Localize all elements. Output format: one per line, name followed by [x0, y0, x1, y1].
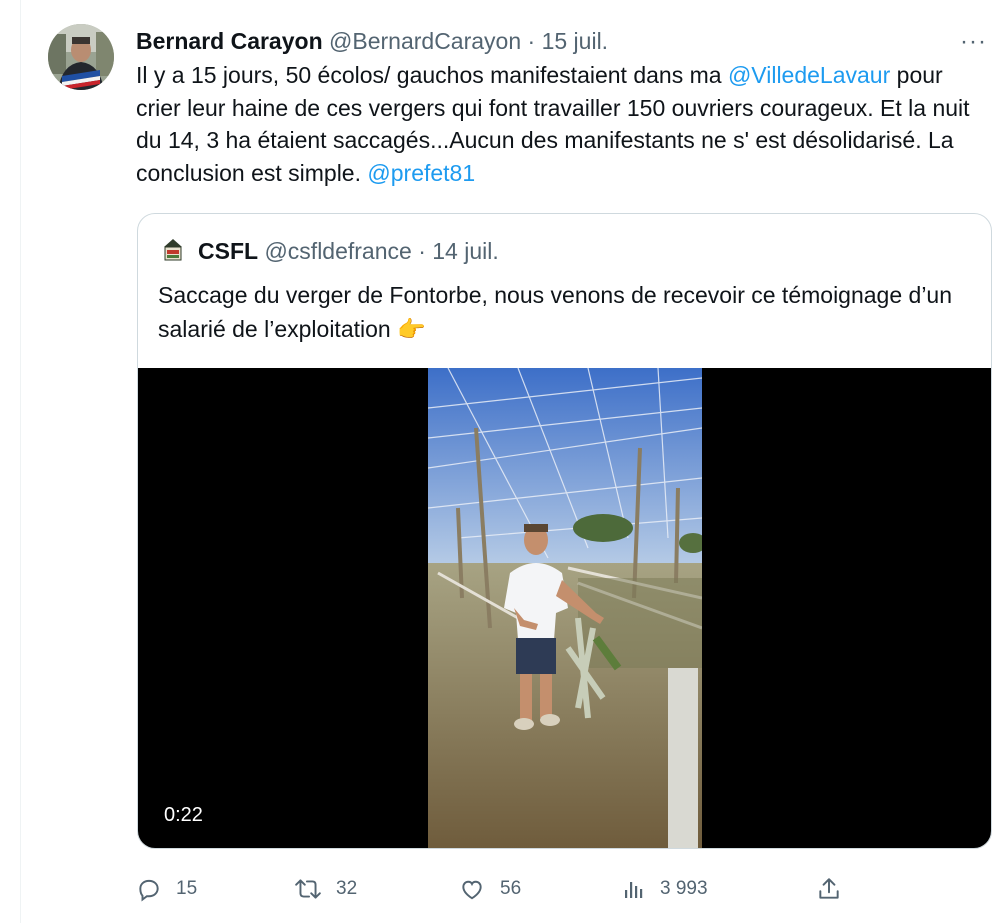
mention-villedelavaur[interactable]: @VilledeLavaur	[728, 62, 890, 88]
share-icon	[819, 878, 839, 899]
timeline-border	[20, 0, 21, 923]
video-duration: 0:22	[164, 804, 203, 826]
author-name[interactable]: Bernard Carayon	[136, 28, 323, 54]
header-separator: ·	[527, 28, 536, 54]
like-icon	[462, 880, 482, 900]
views-button[interactable]: 3 993	[622, 872, 708, 906]
csfl-logo-icon	[164, 239, 182, 261]
author-avatar[interactable]	[48, 24, 114, 90]
quote-separator: ·	[418, 238, 426, 264]
reply-icon	[139, 879, 159, 902]
share-button[interactable]	[816, 872, 842, 906]
tweet-text-part1: Il y a 15 jours, 50 écolos/ gauchos mani…	[136, 62, 728, 88]
video-frame	[428, 368, 702, 848]
views-count: 3 993	[660, 878, 708, 899]
like-count: 56	[500, 878, 522, 899]
quote-header: CSFL @csfldefrance · 14 juil.	[198, 236, 499, 266]
video-player[interactable]: 0:22	[138, 368, 991, 848]
quote-author-handle[interactable]: @csfldefrance	[264, 238, 411, 264]
mention-prefet81[interactable]: @prefet81	[367, 160, 475, 186]
pointing-hand-emoji: 👉	[397, 316, 426, 342]
retweet-count: 32	[336, 878, 358, 899]
retweet-button[interactable]: 32	[294, 872, 357, 906]
quote-text-body: Saccage du verger de Fontorbe, nous veno…	[158, 282, 953, 342]
quoted-tweet[interactable]: CSFL @csfldefrance · 14 juil. Saccage du…	[137, 213, 992, 849]
quote-date[interactable]: 14 juil.	[432, 238, 498, 264]
tweet-header: Bernard Carayon @BernardCarayon · 15 jui…	[136, 26, 608, 56]
views-icon	[625, 882, 643, 898]
quote-author-name[interactable]: CSFL	[198, 238, 258, 264]
more-options-icon[interactable]: ···	[960, 28, 987, 56]
retweet-icon	[295, 879, 321, 899]
tweet-date[interactable]: 15 juil.	[542, 28, 608, 54]
reply-count: 15	[176, 878, 198, 899]
reply-button[interactable]: 15	[136, 872, 197, 906]
quote-text: Saccage du verger de Fontorbe, nous veno…	[158, 278, 958, 346]
tweet-text: Il y a 15 jours, 50 écolos/ gauchos mani…	[136, 59, 986, 189]
like-button[interactable]: 56	[458, 872, 521, 906]
tweet-actions: 15 32 56 3 993	[136, 872, 856, 906]
author-handle[interactable]: @BernardCarayon	[329, 28, 521, 54]
